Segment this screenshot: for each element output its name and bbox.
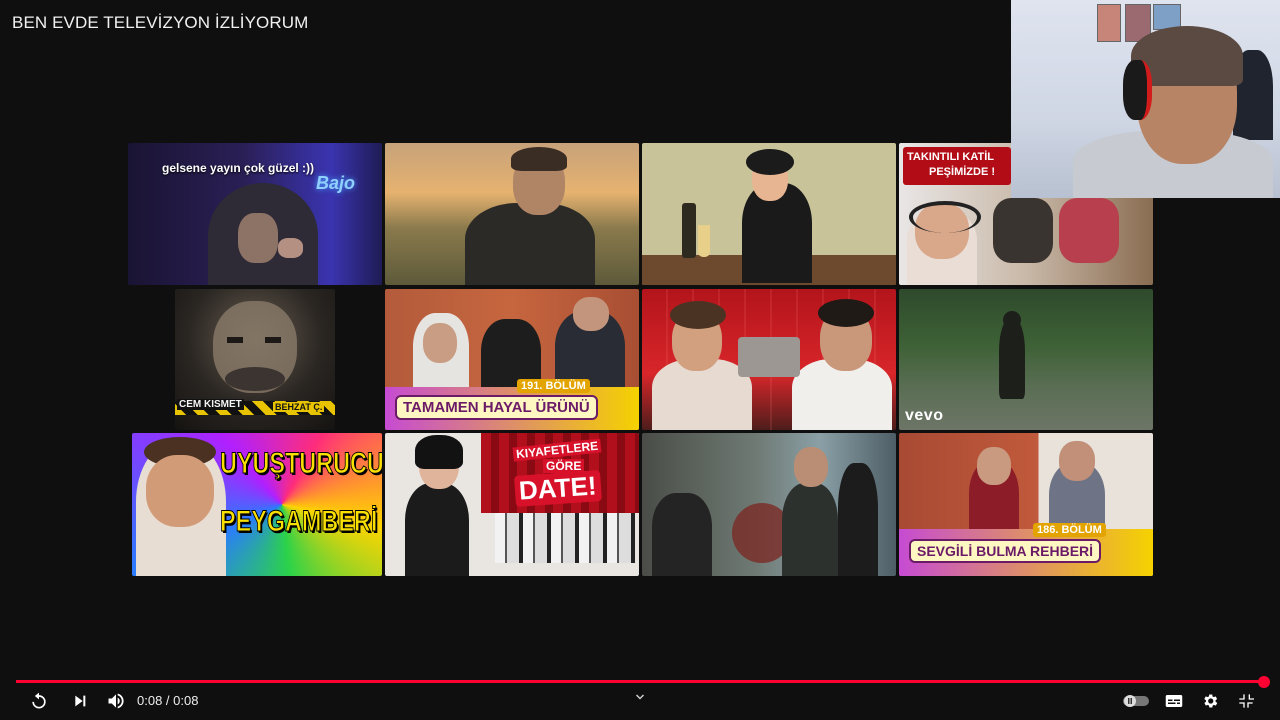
neon-sign: Bajo	[316, 173, 356, 193]
thumbnail-7[interactable]	[642, 289, 896, 430]
thumbnail-12[interactable]: 186. BÖLÜM SEVGİLİ BULMA REHBERİ	[899, 433, 1153, 576]
chevron-down-icon[interactable]	[633, 690, 647, 702]
thumbnail-caption-line-1: TAKINTILI KATİL	[907, 151, 994, 163]
thumbnail-8[interactable]: vevo	[899, 289, 1153, 430]
thumbnail-5[interactable]: CEM KISMET BEHZAT Ç.	[175, 289, 335, 430]
thumbnail-title-line-1: UYUŞTURUCU	[220, 447, 382, 481]
thumbnail-label-right: BEHZAT Ç.	[273, 402, 325, 412]
thumbnail-10[interactable]: KIYAFETLERE GÖRE DATE!	[385, 433, 639, 576]
episode-badge: 191. BÖLÜM	[517, 379, 590, 393]
thumbnail-3[interactable]	[642, 143, 896, 285]
settings-icon[interactable]	[1200, 690, 1220, 712]
time-display: 0:08 / 0:08	[137, 693, 199, 708]
replay-icon[interactable]	[28, 690, 50, 712]
next-icon[interactable]	[70, 690, 90, 712]
thumbnail-1[interactable]: Bajo gelsene yayın çok güzel :))	[128, 143, 382, 285]
autoplay-toggle-icon[interactable]	[1122, 690, 1150, 712]
thumbnail-caption: SEVGİLİ BULMA REHBERİ	[909, 539, 1102, 563]
thumbnail-title-line-2: PEYGAMBERİ	[220, 505, 378, 539]
thumbnail-caption-line-2: PEŞİMİZDE !	[929, 166, 996, 178]
thumbnail-caption: TAMAMEN HAYAL ÜRÜNÜ	[395, 395, 598, 420]
vevo-logo: vevo	[905, 407, 944, 424]
thumbnail-caption: gelsene yayın çok güzel :))	[162, 161, 315, 175]
thumbnail-6[interactable]: 191. BÖLÜM TAMAMEN HAYAL ÜRÜNÜ	[385, 289, 639, 430]
thumbnail-11[interactable]	[642, 433, 896, 576]
thumbnail-label-left: CEM KISMET	[177, 399, 244, 410]
progress-scrubber[interactable]	[1258, 676, 1270, 688]
progress-bar[interactable]	[16, 680, 1264, 683]
end-screen-grid: Bajo gelsene yayın çok güzel :)) TAKINTI…	[128, 143, 1153, 576]
volume-icon[interactable]	[105, 690, 127, 712]
thumbnail-9[interactable]: UYUŞTURUCU PEYGAMBERİ	[132, 433, 382, 576]
thumbnail-2[interactable]	[385, 143, 639, 285]
webcam-overlay	[1011, 0, 1280, 198]
exit-fullscreen-icon[interactable]	[1236, 690, 1256, 712]
thumbnail-title-line-3: DATE!	[514, 470, 602, 507]
subtitles-icon[interactable]	[1164, 690, 1184, 712]
video-title: BEN EVDE TELEVİZYON İZLİYORUM	[12, 13, 309, 32]
episode-badge: 186. BÖLÜM	[1033, 523, 1106, 537]
